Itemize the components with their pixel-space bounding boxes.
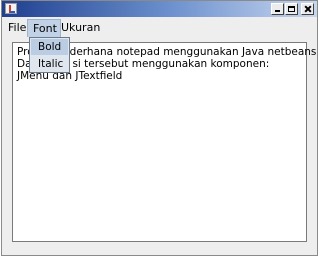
maximize-icon[interactable] bbox=[285, 3, 298, 15]
menu-file[interactable]: File bbox=[8, 20, 26, 35]
minimize-icon[interactable] bbox=[271, 3, 284, 15]
menu-item-bold[interactable]: Bold bbox=[31, 39, 68, 55]
app-window: File Font Ukuran Pro derhana notepad meng… bbox=[1, 0, 318, 256]
font-dropdown-menu: Bold Italic bbox=[29, 37, 70, 73]
menu-bar: File Font Ukuran bbox=[2, 17, 317, 37]
text-line-rest: derhana notepad menggunakan Java netbean… bbox=[69, 46, 317, 58]
java-app-icon[interactable] bbox=[5, 3, 17, 14]
menu-font[interactable]: Font bbox=[27, 19, 61, 37]
window-controls bbox=[271, 3, 314, 15]
title-bar[interactable] bbox=[2, 1, 317, 17]
close-icon[interactable] bbox=[301, 3, 314, 15]
menu-item-italic[interactable]: Italic bbox=[31, 56, 68, 72]
text-line-rest: si tersebut menggunakan komponen: bbox=[72, 58, 270, 70]
menu-ukuran[interactable]: Ukuran bbox=[61, 20, 100, 35]
